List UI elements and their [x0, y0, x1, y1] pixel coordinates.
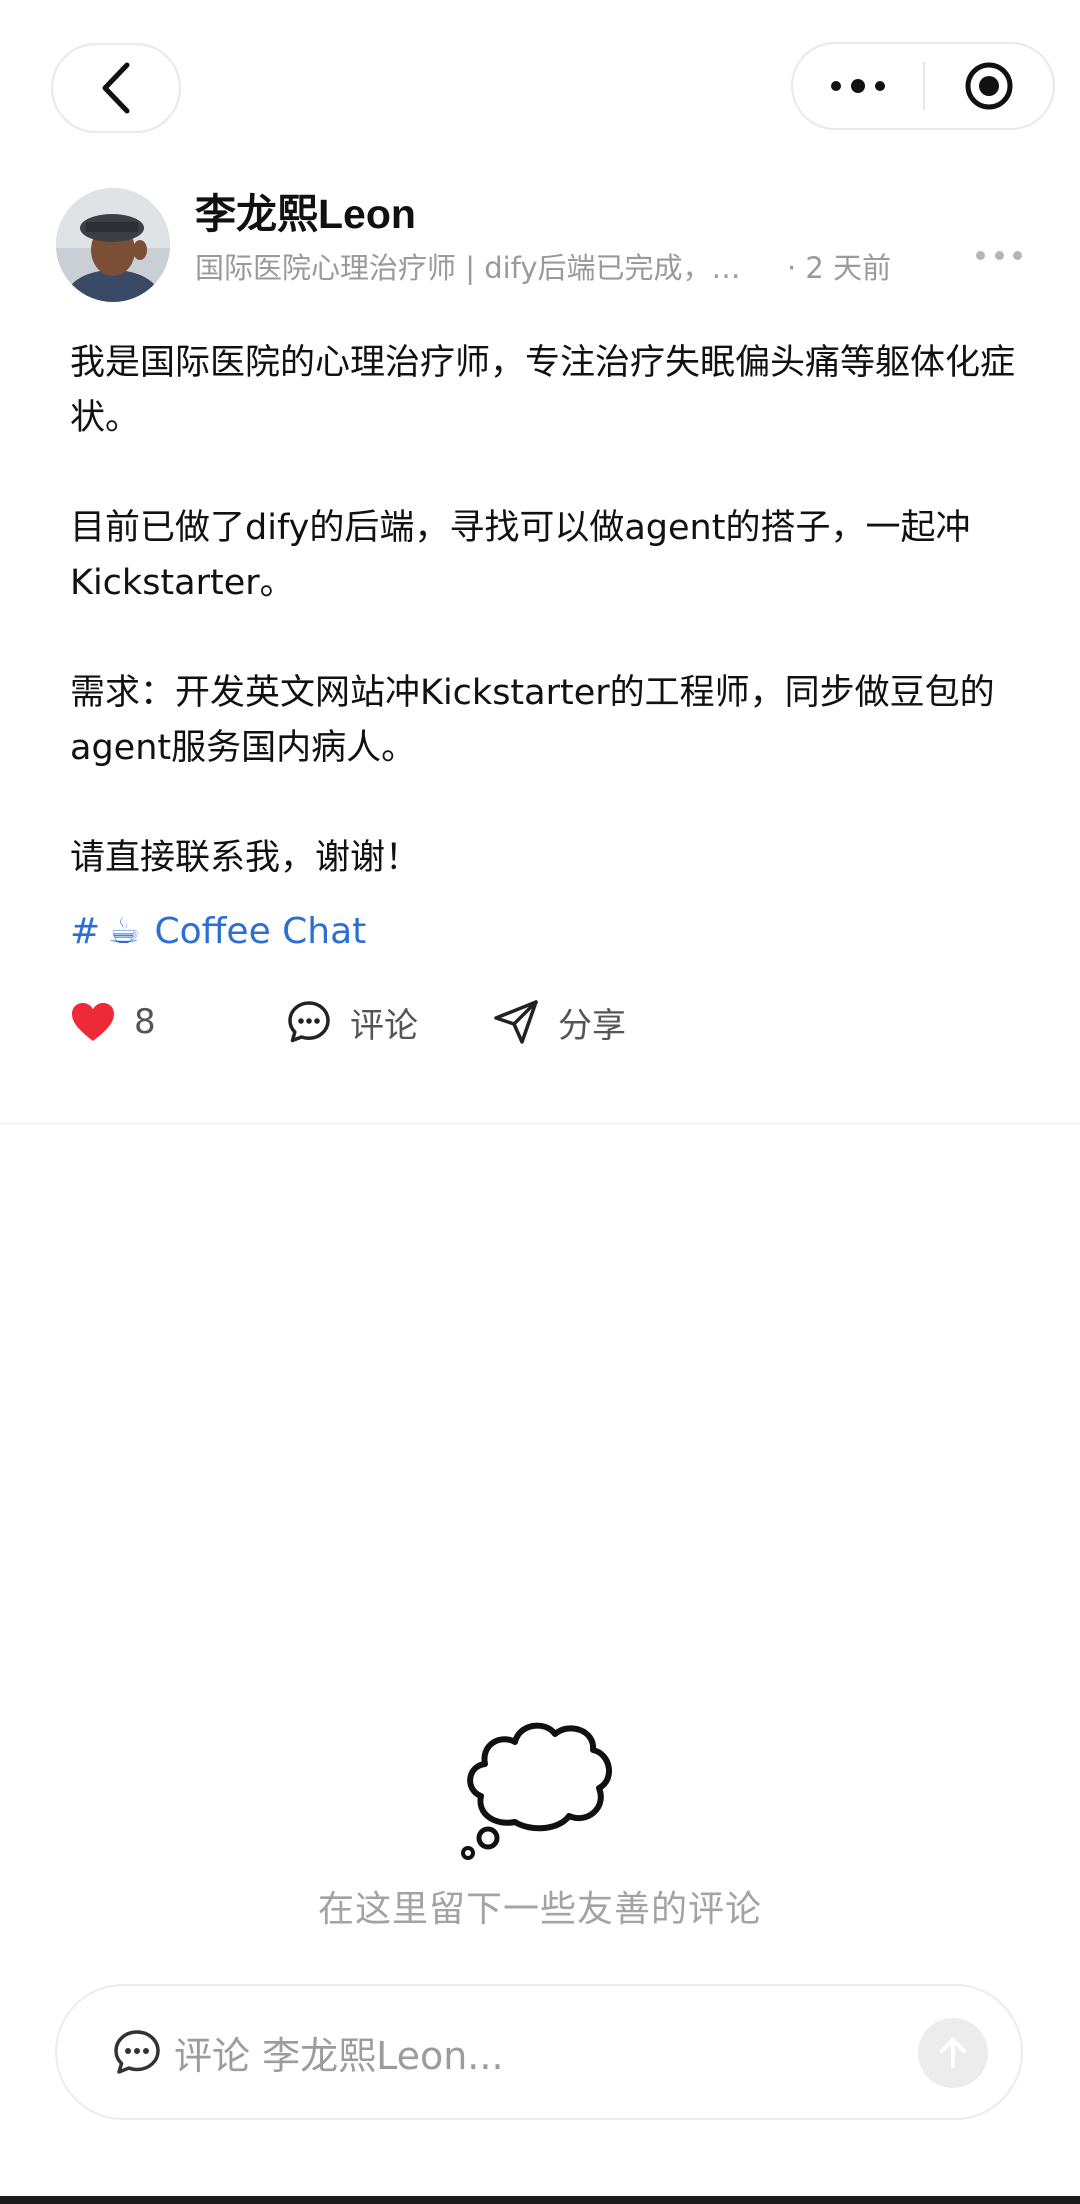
post-time: · 2 天前: [787, 251, 892, 285]
tag-label: Coffee Chat: [154, 911, 367, 952]
share-button[interactable]: 分享: [492, 998, 626, 1047]
like-button[interactable]: 8: [70, 1001, 286, 1043]
coffee-cup-icon: ☕: [108, 911, 141, 952]
author-meta: 国际医院心理治疗师 | dify后端已完成，… · 2 天前: [195, 248, 975, 288]
send-button[interactable]: [918, 2018, 988, 2088]
back-button[interactable]: [51, 43, 181, 133]
comment-button[interactable]: 评论: [286, 998, 492, 1047]
post-actions: 8 评论 分享: [70, 992, 626, 1052]
paper-plane-icon: [494, 1000, 538, 1044]
like-count: 8: [134, 1002, 156, 1042]
avatar-photo-icon: [56, 188, 170, 302]
section-divider: [0, 1122, 1080, 1125]
post-paragraph: 需求：开发英文网站冲Kickstarter的工程师，同步做豆包的agent服务国…: [70, 673, 995, 768]
empty-comments-text: 在这里留下一些友善的评论: [317, 1889, 762, 1930]
avatar[interactable]: [56, 188, 170, 302]
author-bio: 国际医院心理治疗师 | dify后端已完成，…: [195, 251, 741, 285]
comment-bubble-icon: [114, 2030, 160, 2074]
comment-input-placeholder: 评论 李龙熙Leon...: [174, 2033, 504, 2078]
post-content: 我是国际医院的心理治疗师，专注治疗失眠偏头痛等躯体化症状。 目前已做了dify的…: [70, 336, 1020, 886]
post-paragraph: 目前已做了dify的后端，寻找可以做agent的搭子，一起冲Kickstarte…: [70, 508, 971, 603]
author-name[interactable]: 李龙熙Leon: [195, 188, 416, 240]
system-navigation-bar: [0, 2196, 1080, 2204]
topic-tag-coffee-chat[interactable]: # ☕ Coffee Chat: [70, 904, 366, 960]
comment-input-bar[interactable]: 评论 李龙熙Leon...: [55, 1984, 1023, 2120]
target-circle-icon: [965, 62, 1013, 110]
comment-bubble-icon: [288, 1001, 330, 1043]
chevron-left-icon: [102, 62, 130, 114]
tag-hash: #: [70, 911, 101, 952]
dot: [976, 250, 985, 260]
dot: [1013, 250, 1022, 260]
dot: [994, 250, 1004, 260]
heart-icon: [72, 1003, 114, 1041]
more-dots-icon: [831, 79, 885, 93]
close-mini-program-button[interactable]: [925, 44, 1053, 128]
thought-bubble-icon: [461, 1722, 612, 1860]
post-more-button[interactable]: [976, 240, 1022, 270]
post-paragraph: 请直接联系我，谢谢！: [70, 838, 421, 878]
more-menu-button[interactable]: [793, 44, 923, 128]
comment-label: 评论: [350, 1005, 418, 1046]
arrow-up-icon: [940, 2038, 966, 2068]
mini-program-capsule: [791, 42, 1055, 130]
post-paragraph: 我是国际医院的心理治疗师，专注治疗失眠偏头痛等躯体化症状。: [70, 343, 1016, 438]
share-label: 分享: [558, 1005, 626, 1046]
